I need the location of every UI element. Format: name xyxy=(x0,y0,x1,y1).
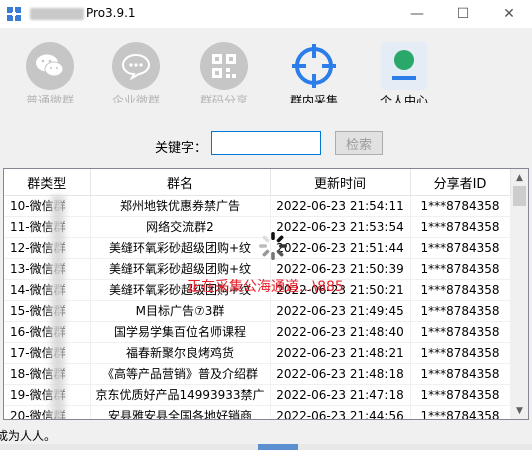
toolbar-label: 企业微群 xyxy=(111,94,160,103)
toolbar-label: 个人中心 xyxy=(379,94,428,103)
toolbar-label: 普通微群 xyxy=(25,94,74,103)
table-row[interactable]: 19-微信群 京东优质好产品14993933禁广 2022-06-23 21:47:… xyxy=(4,384,511,406)
cell-update-time: 2022-06-23 21:44:56 xyxy=(270,405,411,419)
column-header-name[interactable]: 群名 xyxy=(90,169,271,196)
chat-bubble-icon xyxy=(112,42,160,90)
column-header-sharer[interactable]: 分享者ID xyxy=(410,169,511,196)
cell-group-name: 国学易学集百位名师课程 xyxy=(90,321,271,343)
wechat-icon xyxy=(26,42,74,90)
cell-group-name: 美缝环氧彩砂超级团购+纹 xyxy=(90,237,271,259)
cell-group-name: 《高等产品营销》普及介绍群 xyxy=(90,363,271,385)
person-icon xyxy=(381,42,427,90)
search-button[interactable]: 检索 xyxy=(335,131,383,155)
cell-sharer-id: 1***8784358 xyxy=(410,237,511,259)
cell-sharer-id: 1***8784358 xyxy=(410,384,511,406)
cell-sharer-id: 1***8784358 xyxy=(410,216,511,238)
toolbar-label: 群内采集 xyxy=(289,94,338,103)
table-row[interactable]: 17-微信群 福春新聚尔良烤鸡货 2022-06-23 21:48:21 1***87… xyxy=(4,342,511,364)
cell-group-name: 福春新聚尔良烤鸡货 xyxy=(90,342,271,364)
table-header: 群类型 群名 更新时间 分享者ID xyxy=(4,169,511,196)
cell-sharer-id: 1***8784358 xyxy=(410,279,511,301)
cell-update-time: 2022-06-23 21:48:18 xyxy=(270,363,411,385)
status-text: 成为人人。 xyxy=(0,429,57,443)
scroll-down-icon[interactable]: ▼ xyxy=(511,402,528,419)
cell-group-name: M目标广告⑦3群 xyxy=(90,300,271,322)
toolbar-normal-group[interactable]: 普通微群 xyxy=(20,42,80,118)
cell-sharer-id: 1***8784358 xyxy=(410,321,511,343)
toolbar-enterprise-group[interactable]: 企业微群 xyxy=(106,42,166,118)
column-header-time[interactable]: 更新时间 xyxy=(270,169,411,196)
toolbar-label: 群码分享 xyxy=(199,94,248,103)
cell-group-name: 网络交流群2 xyxy=(90,216,271,238)
loading-status-text: 正在采集公海通道...\885 xyxy=(187,279,344,295)
table-row[interactable]: 15-微信群 M目标广告⑦3群 2022-06-23 21:49:45 1***878… xyxy=(4,300,511,322)
table-row[interactable]: 16-微信群 国学易学集百位名师课程 2022-06-23 21:48:40 1***… xyxy=(4,321,511,343)
table-row[interactable]: 18-微信群 《高等产品营销》普及介绍群 2022-06-23 21:48:18 1*… xyxy=(4,363,511,385)
keyword-input[interactable] xyxy=(211,131,321,155)
cell-sharer-id: 1***8784358 xyxy=(410,195,511,217)
cell-update-time: 2022-06-23 21:51:44 xyxy=(270,237,411,259)
cell-update-time: 2022-06-23 21:53:54 xyxy=(270,216,411,238)
toolbar-personal-center[interactable]: 个人中心 xyxy=(374,42,434,118)
cell-update-time: 2022-06-23 21:48:21 xyxy=(270,342,411,364)
toolbar-collect-in-group[interactable]: 群内采集 xyxy=(284,42,344,118)
cell-sharer-id: 1***8784358 xyxy=(410,258,511,280)
scroll-up-icon[interactable]: ▲ xyxy=(511,169,528,186)
status-bar: 成为人人。 xyxy=(0,424,532,444)
table-row[interactable]: 10-微信群 郑州地铁优惠券禁广告 2022-06-23 21:54:11 1***8… xyxy=(4,195,511,217)
cell-update-time: 2022-06-23 21:47:18 xyxy=(270,384,411,406)
loading-spinner-icon xyxy=(259,232,287,260)
scroll-thumb[interactable] xyxy=(513,186,526,206)
cell-sharer-id: 1***8784358 xyxy=(410,363,511,385)
cell-sharer-id: 1***8784358 xyxy=(410,342,511,364)
table-row[interactable]: 20-微信群 安县雅安县全国各地好销商 2022-06-23 21:44:56 1**… xyxy=(4,405,511,419)
vertical-scrollbar[interactable]: ▲ ▼ xyxy=(511,169,528,419)
app-logo-icon xyxy=(7,7,21,21)
close-button[interactable]: ✕ xyxy=(486,0,532,28)
crosshair-icon xyxy=(290,42,338,90)
cell-sharer-id: 1***8784358 xyxy=(410,300,511,322)
cell-update-time: 2022-06-23 21:48:40 xyxy=(270,321,411,343)
title-bar: Pro3.9.1 — ☐ ✕ xyxy=(0,0,532,28)
cell-group-name: 郑州地铁优惠券禁广告 xyxy=(90,195,271,217)
cell-group-name: 安县雅安县全国各地好销商 xyxy=(90,405,271,419)
maximize-button[interactable]: ☐ xyxy=(440,0,486,28)
cell-sharer-id: 1***8784358 xyxy=(410,405,511,419)
cell-group-name: 京东优质好产品14993933禁广 xyxy=(90,384,271,406)
qr-share-icon xyxy=(200,42,248,90)
minimize-button[interactable]: — xyxy=(394,0,440,28)
toolbar-qr-share[interactable]: 群码分享 xyxy=(194,42,254,118)
window-title: Pro3.9.1 xyxy=(30,6,136,20)
toolbar: 普通微群 企业微群 群码分享 群内采集 个人中心 xyxy=(0,28,532,118)
keyword-label: 关键字： xyxy=(155,141,208,156)
redaction-mask xyxy=(47,195,69,419)
cell-update-time: 2022-06-23 21:54:11 xyxy=(270,195,411,217)
column-header-type[interactable]: 群类型 xyxy=(4,169,91,196)
cell-update-time: 2022-06-23 21:49:45 xyxy=(270,300,411,322)
bottom-edge xyxy=(0,444,532,450)
